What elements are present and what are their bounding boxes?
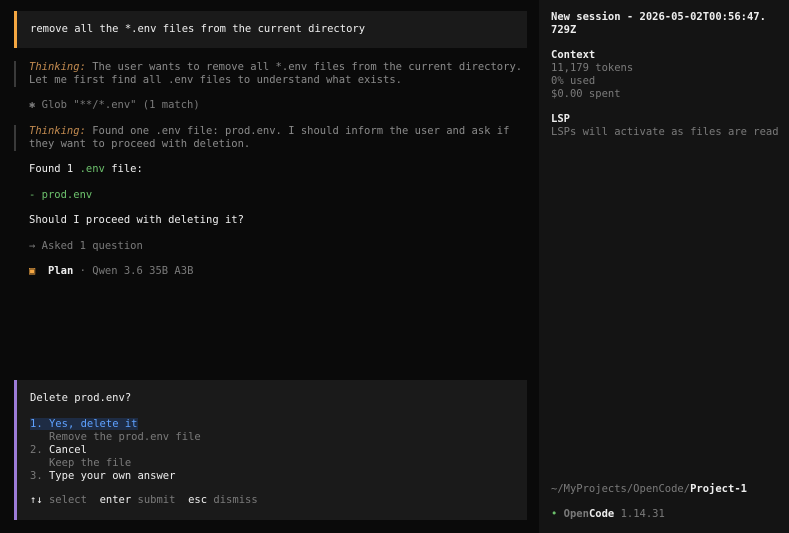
thinking-block: Thinking: The user wants to remove all *… <box>14 61 527 87</box>
mode-status: ▣ Plan · Qwen 3.6 35B A3B <box>29 265 194 277</box>
response-list-item: - prod.env <box>29 189 93 201</box>
option-cancel-desc: Keep the file <box>49 457 132 469</box>
session-title: New session - 2026-05-02T00:56:47. <box>551 11 766 23</box>
arrows-icon: ↑↓ <box>30 494 43 506</box>
option-cancel[interactable]: 2. Cancel <box>30 444 87 457</box>
sidebar: New session - 2026-05-02T00:56:47. 729Z … <box>539 0 789 533</box>
model-name: Qwen 3.6 35B A3B <box>92 265 194 277</box>
option-custom-label: Type your own answer <box>48 470 176 482</box>
context-used: 0% used <box>551 75 596 87</box>
tool-call: ✱ Glob "**/*.env" (1 match) <box>29 99 200 112</box>
thinking-label: Thinking: <box>29 125 86 137</box>
version-number: 1.14.31 <box>620 508 665 520</box>
option-cancel-label: Cancel <box>48 444 87 456</box>
thinking-text: Found one .env file: prod.env. I should … <box>29 125 516 150</box>
lsp-heading: LSP <box>551 113 570 125</box>
chat-panel: remove all the *.env files from the curr… <box>0 0 539 533</box>
mode-label: Plan <box>47 265 74 277</box>
thinking-text: The user wants to remove all *.env files… <box>29 61 529 86</box>
lsp-status: LSPs will activate as files are read <box>551 126 779 138</box>
question-title: Delete prod.env? <box>30 392 132 404</box>
thinking-block: Thinking: Found one .env file: prod.env.… <box>14 125 527 151</box>
question-dialog: Delete prod.env? 1. Yes, delete it Remov… <box>14 380 527 520</box>
context-tokens: 11,179 tokens <box>551 62 634 74</box>
session-title-cont: 729Z <box>551 24 577 36</box>
context-heading: Context <box>551 49 596 61</box>
project-path: ~/MyProjects/OpenCode/Project-1 <box>551 483 747 495</box>
plan-icon: ▣ <box>29 265 36 277</box>
response-found: Found 1 .env file: <box>29 163 143 175</box>
response-question: Should I proceed with deleting it? <box>29 214 244 226</box>
asterisk-icon: ✱ <box>29 99 36 111</box>
user-prompt-text: remove all the *.env files from the curr… <box>30 23 366 35</box>
option-yes-label: 1. Yes, delete it <box>30 418 138 430</box>
thinking-label: Thinking: <box>29 61 86 73</box>
context-spent: $0.00 spent <box>551 88 621 100</box>
file-extension: .env <box>79 163 105 175</box>
user-prompt: remove all the *.env files from the curr… <box>14 11 527 48</box>
tool-call-text: Glob "**/*.env" (1 match) <box>41 99 200 111</box>
option-yes-desc: Remove the prod.env file <box>49 431 201 443</box>
keyboard-hints: ↑↓ select enter submit esc dismiss <box>30 494 258 506</box>
status-dot-icon: • <box>551 508 558 520</box>
project-name: Project-1 <box>690 483 747 495</box>
app-version: • OpenCode 1.14.31 <box>551 508 665 520</box>
option-custom[interactable]: 3. Type your own answer <box>30 470 175 483</box>
asked-question-status: → Asked 1 question <box>29 240 143 252</box>
option-yes[interactable]: 1. Yes, delete it <box>30 418 138 431</box>
